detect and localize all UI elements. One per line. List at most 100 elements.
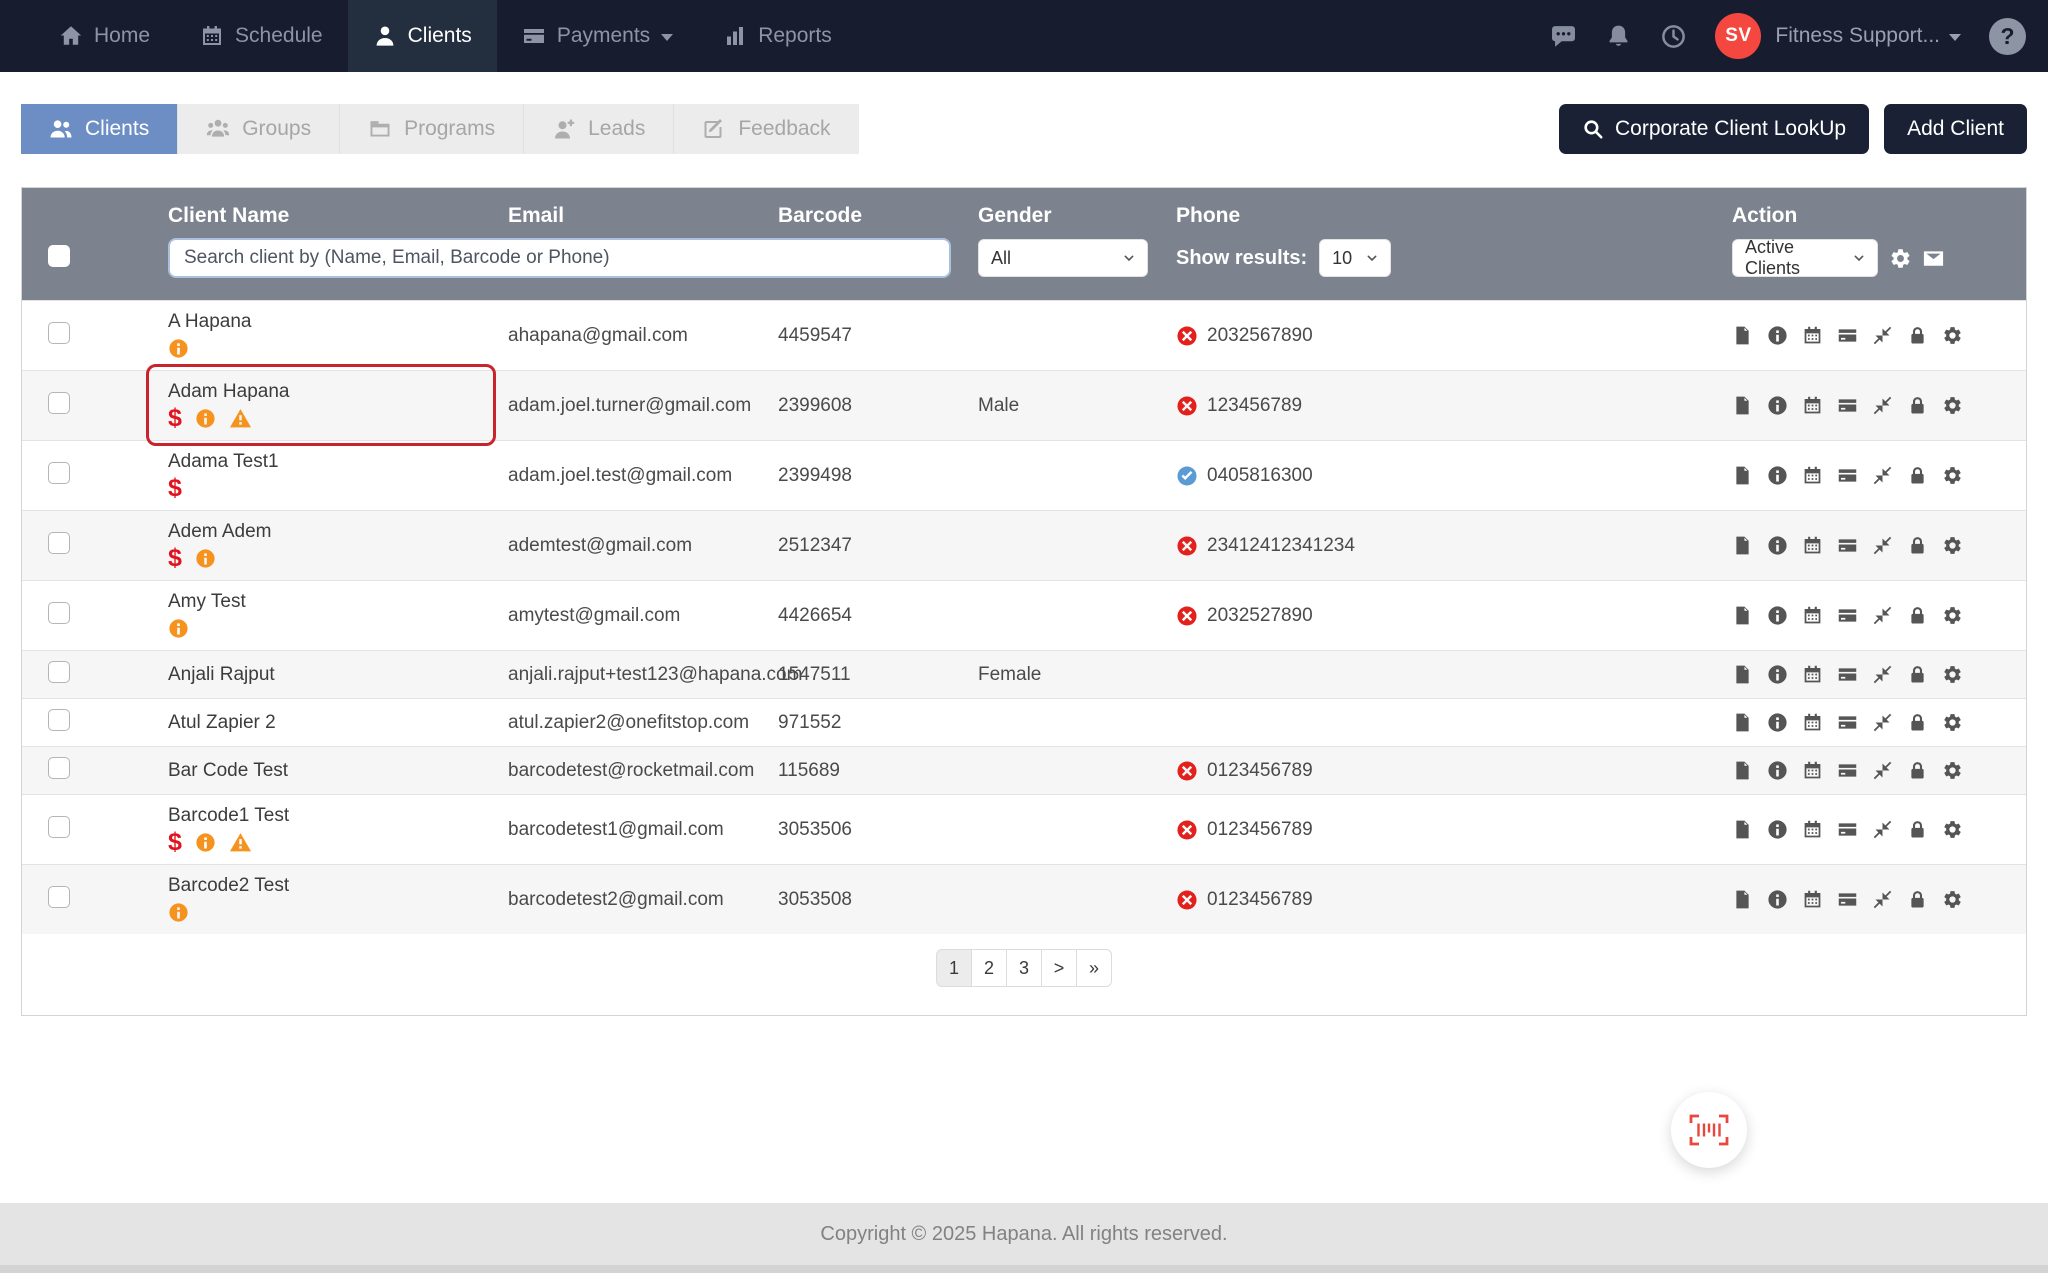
calendar-icon[interactable] — [1802, 819, 1823, 840]
page-button-3[interactable]: 3 — [1006, 949, 1042, 987]
info-circle-icon[interactable] — [1767, 712, 1788, 733]
billing-alert-icon[interactable]: $ — [168, 546, 182, 571]
lock-icon[interactable] — [1907, 465, 1928, 486]
notifications-icon[interactable] — [1605, 23, 1632, 50]
tab-programs[interactable]: Programs — [339, 104, 524, 154]
client-search-input[interactable] — [168, 238, 951, 278]
account-menu[interactable]: Fitness Support... — [1775, 24, 1961, 48]
info-circle-icon[interactable] — [1767, 664, 1788, 685]
lock-icon[interactable] — [1907, 325, 1928, 346]
client-name[interactable]: Adama Test1 — [168, 451, 508, 473]
gear-icon[interactable] — [1942, 664, 1963, 685]
row-checkbox[interactable] — [48, 756, 70, 779]
lock-icon[interactable] — [1907, 605, 1928, 626]
gear-icon[interactable] — [1889, 247, 1912, 270]
nav-item-home[interactable]: Home — [34, 0, 175, 72]
client-name[interactable]: Anjali Rajput — [168, 664, 508, 686]
page-button-»[interactable]: » — [1076, 949, 1112, 987]
compress-icon[interactable] — [1872, 664, 1893, 685]
gear-icon[interactable] — [1942, 819, 1963, 840]
help-icon[interactable]: ? — [1989, 17, 2026, 55]
lock-icon[interactable] — [1907, 889, 1928, 910]
client-name[interactable]: A Hapana — [168, 311, 508, 333]
tab-leads[interactable]: Leads — [523, 104, 674, 154]
file-icon[interactable] — [1732, 889, 1753, 910]
nav-item-payments[interactable]: Payments — [497, 0, 698, 72]
credit-card-icon[interactable] — [1837, 395, 1858, 416]
client-name[interactable]: Adem Adem — [168, 521, 508, 543]
gear-icon[interactable] — [1942, 605, 1963, 626]
billing-alert-icon[interactable]: $ — [168, 476, 182, 501]
credit-card-icon[interactable] — [1837, 889, 1858, 910]
calendar-icon[interactable] — [1802, 465, 1823, 486]
corporate-lookup-button[interactable]: Corporate Client LookUp — [1558, 104, 1870, 154]
calendar-icon[interactable] — [1802, 712, 1823, 733]
row-checkbox[interactable] — [48, 885, 70, 908]
show-results-select[interactable]: 10 — [1319, 239, 1392, 277]
lock-icon[interactable] — [1907, 760, 1928, 781]
client-name[interactable]: Adam Hapana — [168, 381, 508, 403]
nav-item-clients[interactable]: Clients — [347, 0, 497, 72]
row-checkbox[interactable] — [48, 461, 70, 484]
lock-icon[interactable] — [1907, 819, 1928, 840]
row-checkbox[interactable] — [48, 815, 70, 838]
compress-icon[interactable] — [1872, 605, 1893, 626]
info-circle-icon[interactable] — [1767, 605, 1788, 626]
envelope-icon[interactable] — [1922, 247, 1945, 270]
file-icon[interactable] — [1732, 819, 1753, 840]
credit-card-icon[interactable] — [1837, 605, 1858, 626]
avatar[interactable]: SV — [1715, 13, 1762, 59]
info-flag-icon[interactable] — [195, 832, 216, 853]
calendar-icon[interactable] — [1802, 325, 1823, 346]
lock-icon[interactable] — [1907, 395, 1928, 416]
client-status-select[interactable]: Active Clients — [1732, 237, 1878, 278]
compress-icon[interactable] — [1872, 819, 1893, 840]
client-name[interactable]: Amy Test — [168, 591, 508, 613]
gear-icon[interactable] — [1942, 465, 1963, 486]
calendar-icon[interactable] — [1802, 664, 1823, 685]
warning-icon[interactable] — [229, 831, 252, 854]
info-circle-icon[interactable] — [1767, 465, 1788, 486]
lock-icon[interactable] — [1907, 664, 1928, 685]
info-circle-icon[interactable] — [1767, 395, 1788, 416]
row-checkbox[interactable] — [48, 391, 70, 414]
compress-icon[interactable] — [1872, 325, 1893, 346]
calendar-icon[interactable] — [1802, 395, 1823, 416]
tab-groups[interactable]: Groups — [177, 104, 340, 154]
file-icon[interactable] — [1732, 605, 1753, 626]
gear-icon[interactable] — [1942, 325, 1963, 346]
info-flag-icon[interactable] — [195, 548, 216, 569]
credit-card-icon[interactable] — [1837, 760, 1858, 781]
history-icon[interactable] — [1660, 23, 1687, 50]
calendar-icon[interactable] — [1802, 760, 1823, 781]
add-client-button[interactable]: Add Client — [1884, 104, 2027, 154]
gear-icon[interactable] — [1942, 712, 1963, 733]
info-circle-icon[interactable] — [1767, 535, 1788, 556]
info-circle-icon[interactable] — [1767, 760, 1788, 781]
client-name[interactable]: Barcode1 Test — [168, 805, 508, 827]
compress-icon[interactable] — [1872, 535, 1893, 556]
lock-icon[interactable] — [1907, 712, 1928, 733]
compress-icon[interactable] — [1872, 760, 1893, 781]
file-icon[interactable] — [1732, 712, 1753, 733]
info-flag-icon[interactable] — [168, 338, 189, 359]
gear-icon[interactable] — [1942, 889, 1963, 910]
client-name[interactable]: Atul Zapier 2 — [168, 712, 508, 734]
page-button-1[interactable]: 1 — [936, 949, 972, 987]
info-circle-icon[interactable] — [1767, 325, 1788, 346]
row-checkbox[interactable] — [48, 531, 70, 554]
credit-card-icon[interactable] — [1837, 664, 1858, 685]
gear-icon[interactable] — [1942, 535, 1963, 556]
credit-card-icon[interactable] — [1837, 465, 1858, 486]
barcode-scan-button[interactable] — [1671, 1092, 1747, 1168]
compress-icon[interactable] — [1872, 465, 1893, 486]
lock-icon[interactable] — [1907, 535, 1928, 556]
file-icon[interactable] — [1732, 325, 1753, 346]
row-checkbox[interactable] — [48, 660, 70, 683]
compress-icon[interactable] — [1872, 712, 1893, 733]
info-flag-icon[interactable] — [168, 618, 189, 639]
chat-icon[interactable] — [1550, 23, 1577, 50]
info-flag-icon[interactable] — [195, 408, 216, 429]
compress-icon[interactable] — [1872, 889, 1893, 910]
credit-card-icon[interactable] — [1837, 325, 1858, 346]
